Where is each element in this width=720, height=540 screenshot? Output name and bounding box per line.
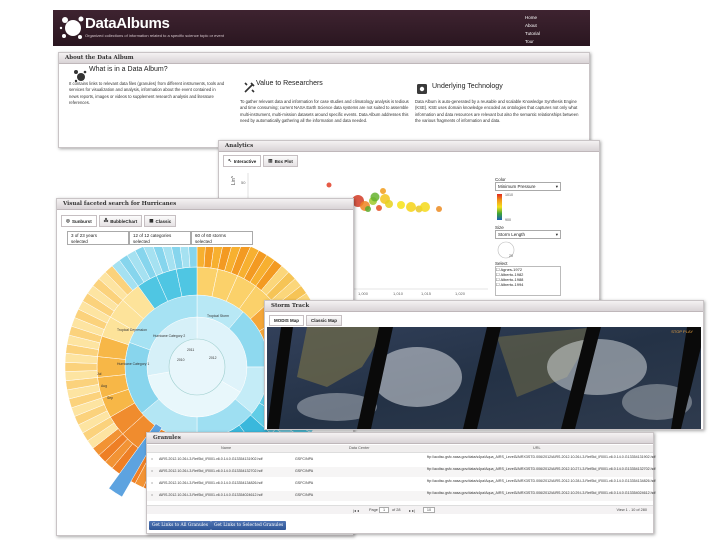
tagline: Organized collections of information rel… [85, 33, 224, 38]
col1-heading: What is in a Data Album? [89, 66, 168, 73]
svg-text:2010: 2010 [177, 358, 185, 362]
bubble-icon: ⁂ [103, 218, 109, 223]
tab-classic-map[interactable]: Classic Map [306, 315, 343, 326]
next-page-icon[interactable]: ▸ ▸| [409, 508, 415, 513]
tab-sunburst[interactable]: ◎ Sunburst [61, 215, 97, 227]
nav-home[interactable]: Home [525, 14, 540, 22]
categories-selector[interactable]: 12 of 12 categories selected [129, 231, 191, 245]
about-col-2: Value to Researchers To gather relevant … [240, 80, 410, 124]
storms-selector[interactable]: 60 of 60 storms selected [191, 231, 253, 245]
svg-text:2011: 2011 [187, 348, 194, 352]
svg-text:Hurricane Category 1: Hurricane Category 1 [117, 362, 149, 366]
storm-option[interactable]: ☐ Alberto-1994 [496, 282, 560, 287]
about-panel: About the Data Album What is in a Data A… [58, 52, 590, 148]
nav-about[interactable]: About [525, 22, 540, 30]
about-col-3: Underlying Technology Data Album is auto… [415, 83, 585, 124]
tab-modis-map[interactable]: MODIS Map [269, 315, 305, 326]
table-row[interactable]: ○ AIRS.2012.10.26.L3.RetStd_IR001.v6.0.1… [147, 455, 656, 465]
tab-bubblechart[interactable]: ⁂ BubbleChart [98, 215, 143, 227]
about-col-1: What is in a Data Album? It contains lin… [69, 66, 225, 106]
svg-text:Hurricane Category 2: Hurricane Category 2 [153, 334, 185, 338]
x-tick-0: 1,000 [358, 291, 369, 296]
table-row[interactable]: ○ AIRS.2012.10.26.L3.RetStd_IR001.v6.0.1… [147, 467, 656, 477]
color-select[interactable]: Minimum Pressure ▾ [495, 182, 561, 191]
col3-heading: Underlying Technology [432, 83, 503, 90]
y-tick: 50 [241, 180, 246, 185]
svg-text:Tropical Storm: Tropical Storm [207, 314, 229, 318]
nav-tutorial[interactable]: Tutorial [525, 30, 540, 38]
svg-text:Jul: Jul [97, 372, 102, 376]
tab-classic[interactable]: ▦ Classic [144, 215, 177, 227]
col3-text: Data Album is auto-generated by a reusab… [415, 99, 579, 123]
stop-play-button[interactable]: STOP PLAY [671, 329, 693, 334]
svg-text:2012: 2012 [209, 356, 217, 360]
analytics-tabs: ↖ Interactive ▥ Box Plot [223, 155, 298, 167]
get-all-granules-button[interactable]: Get Links to All Granules [149, 521, 212, 530]
boxplot-icon: ▥ [268, 158, 273, 163]
facet-tabs: ◎ Sunburst ⁂ BubbleChart ▦ Classic [61, 215, 177, 227]
top-nav: Home About Tutorial Tour [525, 14, 540, 46]
modis-map[interactable] [267, 327, 701, 429]
svg-text:Tropical Depression: Tropical Depression [117, 328, 147, 332]
get-selected-granules-button[interactable]: Get Links to Selected Granules [211, 521, 287, 530]
chart-controls: Color Minimum Pressure ▾ 1010 900 Size St… [495, 177, 595, 296]
nav-tour[interactable]: Tour [525, 38, 540, 46]
size-select[interactable]: Storm Length ▾ [495, 230, 561, 239]
color-legend: 1010 900 [495, 191, 595, 225]
x-tick-3: 1,020 [455, 291, 466, 296]
logo-icon [59, 16, 84, 39]
granules-panel: Granules Name Data Center URL ○ AIRS.201… [146, 432, 656, 534]
per-page-select[interactable]: 10 [423, 507, 435, 513]
row-radio[interactable]: ○ [151, 469, 153, 473]
color-gradient [497, 194, 502, 220]
tab-interactive[interactable]: ↖ Interactive [223, 155, 262, 167]
about-title: About the Data Album [59, 53, 589, 64]
granules-title: Granules [147, 433, 653, 444]
storm-listbox[interactable]: ☐ Agnes-1972 ☐ Alberto-1982 ☐ Alberto-19… [495, 266, 561, 296]
grid-icon: ▦ [149, 218, 154, 223]
row-radio[interactable]: ○ [151, 481, 153, 485]
x-tick-2: 1,015 [421, 291, 432, 296]
x-tick-1: 1,010 [393, 291, 404, 296]
dropdown-icon: ▾ [555, 232, 558, 237]
sunburst-icon: ◎ [66, 218, 70, 223]
pager: |◂ ◂ Page 1 of 28 ▸ ▸| 10 View 1 - 10 of… [147, 505, 653, 514]
analytics-title: Analytics [219, 141, 599, 152]
size-legend: 20 [495, 239, 595, 261]
col2-heading: Value to Researchers [256, 80, 323, 87]
row-radio[interactable]: ○ [151, 457, 153, 461]
row-radio[interactable]: ○ [151, 493, 153, 497]
cursor-icon: ↖ [228, 158, 232, 163]
technology-icon [417, 84, 427, 94]
logo-text[interactable]: DataAlbums [85, 15, 170, 32]
col1-text: It contains links to relevant data files… [69, 81, 225, 105]
svg-text:Aug: Aug [101, 384, 107, 388]
header-banner: DataAlbums Organized collections of info… [53, 10, 590, 46]
tools-icon [244, 82, 255, 93]
svg-text:Sep: Sep [107, 396, 113, 400]
granules-header: Name Data Center URL [147, 445, 653, 453]
tab-box-plot[interactable]: ▥ Box Plot [263, 155, 298, 167]
storm-track-panel: Storm Track MODIS Map Classic Map STOP P… [264, 300, 704, 430]
table-row[interactable]: ○ AIRS.2012.10.26.L3.RetStd_IR001.v6.0.1… [147, 491, 656, 501]
map-tabs: MODIS Map Classic Map [269, 315, 343, 326]
storm-title: Storm Track [265, 301, 703, 312]
facet-title: Visual faceted search for Hurricanes [57, 199, 353, 210]
first-page-icon[interactable]: |◂ ◂ [353, 508, 359, 513]
col2-text: To gather relevant data and information … [240, 99, 409, 123]
table-row[interactable]: ○ AIRS.2012.10.26.L3.RetStd_IR001.v6.0.1… [147, 479, 656, 489]
years-selector[interactable]: 3 of 23 years selected [67, 231, 129, 245]
dropdown-icon: ▾ [555, 184, 558, 189]
page-input[interactable]: 1 [379, 507, 389, 513]
y-axis-label: Lin^ [231, 175, 237, 185]
sunburst-segment[interactable] [64, 362, 98, 372]
sunburst-center[interactable] [168, 338, 226, 396]
